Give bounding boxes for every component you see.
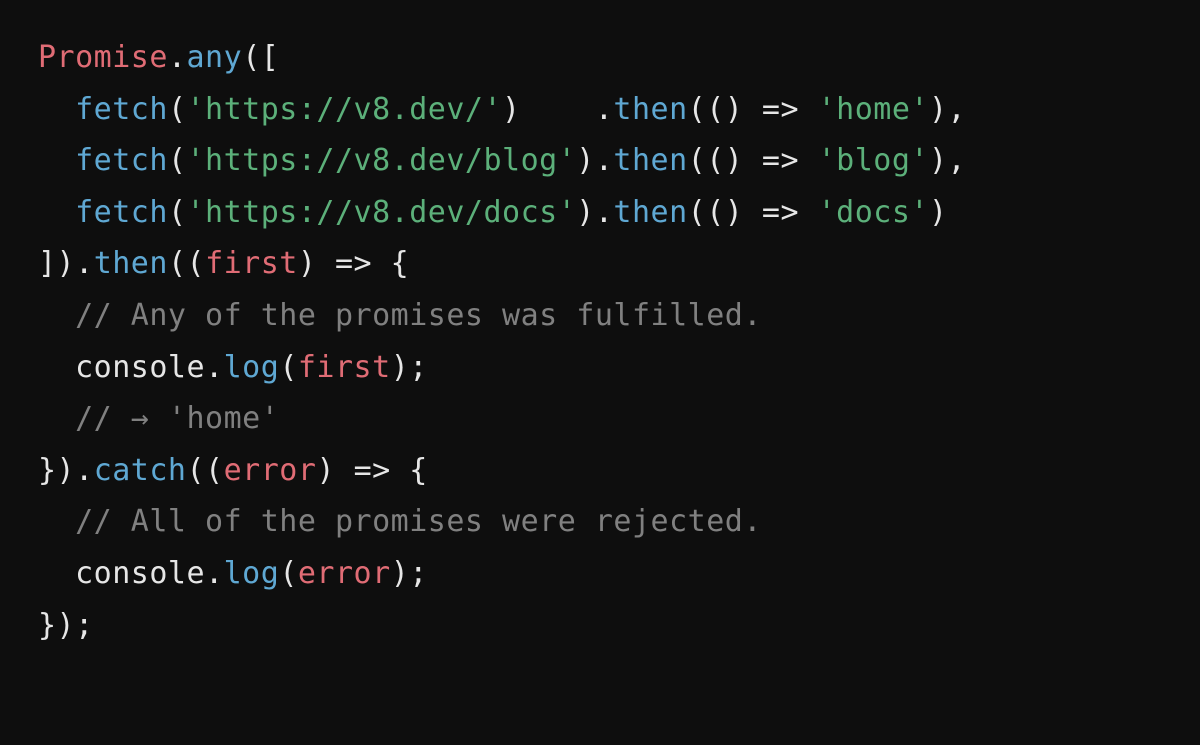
token-dot: .	[595, 92, 614, 127]
token-arrow: =>	[743, 195, 817, 230]
token-then: then	[613, 195, 687, 230]
code-block: Promise.any([ fetch('https://v8.dev/') .…	[0, 0, 1200, 683]
token-dot: .	[205, 556, 224, 591]
token-string-result: 'home'	[818, 92, 929, 127]
token-paren: (	[168, 92, 187, 127]
code-line-9: }).catch((error) => {	[38, 453, 428, 488]
token-params: ()	[706, 195, 743, 230]
token-paren: (	[279, 350, 298, 385]
code-line-10: // All of the promises were rejected.	[38, 504, 762, 539]
code-line-12: });	[38, 608, 94, 643]
token-dot: .	[595, 195, 614, 230]
token-indent	[38, 504, 75, 539]
token-arrow: =>	[743, 143, 817, 178]
token-comment: // → 'home'	[75, 401, 279, 436]
token-console: console	[75, 556, 205, 591]
token-dot: .	[75, 453, 94, 488]
token-fetch: fetch	[75, 143, 168, 178]
token-dot: .	[205, 350, 224, 385]
token-indent	[38, 92, 75, 127]
token-paren: ((	[187, 453, 224, 488]
token-class: Promise	[38, 40, 168, 75]
token-param-first: first	[205, 246, 298, 281]
token-dot: .	[595, 143, 614, 178]
token-then: then	[94, 246, 168, 281]
token-arrow: =>	[354, 453, 391, 488]
token-string-result: 'blog'	[818, 143, 929, 178]
token-string-url: 'https://v8.dev/blog'	[187, 143, 577, 178]
token-string-result: 'docs'	[818, 195, 929, 230]
token-paren: (	[168, 143, 187, 178]
code-line-5: ]).then((first) => {	[38, 246, 409, 281]
token-indent	[38, 143, 75, 178]
token-comment: // Any of the promises was fulfilled.	[75, 298, 762, 333]
token-paren: ),	[929, 143, 966, 178]
token-dot: .	[75, 246, 94, 281]
token-indent	[38, 350, 75, 385]
token-indent	[38, 556, 75, 591]
code-line-2: fetch('https://v8.dev/') .then(() => 'ho…	[38, 92, 966, 127]
token-arrow: =>	[743, 92, 817, 127]
code-line-3: fetch('https://v8.dev/blog').then(() => …	[38, 143, 966, 178]
token-brace: {	[372, 246, 409, 281]
token-fetch: fetch	[75, 195, 168, 230]
token-log: log	[224, 556, 280, 591]
token-paren: (	[688, 143, 707, 178]
token-pad	[521, 92, 595, 127]
token-params: ()	[706, 92, 743, 127]
token-arrow: =>	[335, 246, 372, 281]
token-paren: ),	[929, 92, 966, 127]
token-comment: // All of the promises were rejected.	[75, 504, 762, 539]
token-paren: )	[576, 143, 595, 178]
code-line-1: Promise.any([	[38, 40, 279, 75]
token-brace: {	[391, 453, 428, 488]
token-arg-first: first	[298, 350, 391, 385]
code-line-6: // Any of the promises was fulfilled.	[38, 298, 762, 333]
code-line-7: console.log(first);	[38, 350, 428, 385]
token-log: log	[224, 350, 280, 385]
token-paren: (	[688, 92, 707, 127]
token-console: console	[75, 350, 205, 385]
token-string-url: 'https://v8.dev/docs'	[187, 195, 577, 230]
token-open-bracket: ([	[242, 40, 279, 75]
token-paren: )	[502, 92, 521, 127]
token-string-url: 'https://v8.dev/'	[187, 92, 503, 127]
token-paren: );	[391, 556, 428, 591]
token-paren: )	[929, 195, 948, 230]
token-indent	[38, 195, 75, 230]
token-then: then	[613, 143, 687, 178]
token-paren: (	[279, 556, 298, 591]
token-paren: ((	[168, 246, 205, 281]
token-paren: (	[168, 195, 187, 230]
token-catch: catch	[94, 453, 187, 488]
token-params: ()	[706, 143, 743, 178]
code-line-8: // → 'home'	[38, 401, 279, 436]
token-method-any: any	[187, 40, 243, 75]
token-dot: .	[168, 40, 187, 75]
token-paren: )	[316, 453, 353, 488]
token-close-brace: })	[38, 453, 75, 488]
token-fetch: fetch	[75, 92, 168, 127]
token-arg-error: error	[298, 556, 391, 591]
token-then: then	[613, 92, 687, 127]
token-paren: )	[298, 246, 335, 281]
token-paren: );	[391, 350, 428, 385]
token-param-error: error	[224, 453, 317, 488]
token-paren: (	[688, 195, 707, 230]
token-indent	[38, 401, 75, 436]
code-line-4: fetch('https://v8.dev/docs').then(() => …	[38, 195, 948, 230]
token-indent	[38, 298, 75, 333]
token-close-bracket: ])	[38, 246, 75, 281]
token-paren: )	[576, 195, 595, 230]
token-close: });	[38, 608, 94, 643]
code-line-11: console.log(error);	[38, 556, 428, 591]
